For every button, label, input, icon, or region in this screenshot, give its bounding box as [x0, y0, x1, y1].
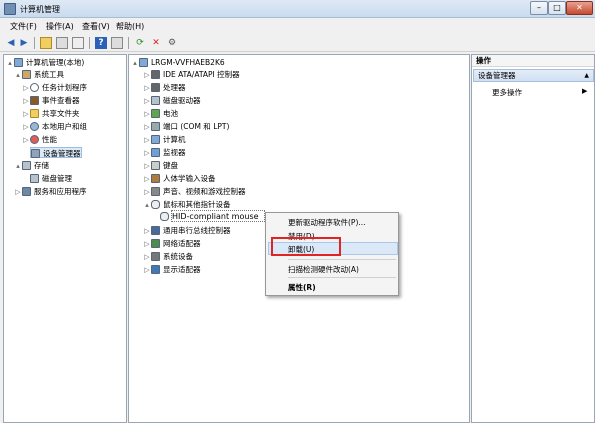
uninstall-highlight-box	[271, 237, 341, 256]
tree-item-computer-management[interactable]: ▴ 计算机管理(本地)	[6, 57, 84, 68]
device-category[interactable]: ▷ 监视器	[143, 147, 186, 158]
actions-header: 操作	[472, 55, 594, 67]
menu-item-update-driver[interactable]: 更新驱动程序软件(P)...	[288, 217, 366, 228]
help-icon[interactable]: ?	[95, 37, 107, 49]
display-adapter-icon	[151, 265, 160, 274]
keyboard-icon	[151, 161, 160, 170]
menu-view[interactable]: 查看(V)	[82, 21, 110, 32]
computer-icon	[139, 58, 148, 67]
system-devices-icon	[151, 252, 160, 261]
tree-item-event-viewer[interactable]: ▷ 事件查看器	[22, 95, 80, 106]
device-category[interactable]: ▷ 显示适配器	[143, 264, 201, 275]
properties-icon[interactable]	[111, 37, 123, 49]
forward-icon[interactable]: ▶	[18, 37, 30, 49]
export-list-icon[interactable]	[72, 37, 84, 49]
menu-separator	[288, 277, 396, 278]
device-category[interactable]: ▷ 通用串行总线控制器	[143, 225, 231, 236]
device-category[interactable]: ▷ 人体学输入设备	[143, 173, 216, 184]
minimize-button[interactable]: –	[530, 1, 548, 15]
performance-icon	[30, 135, 39, 144]
up-folder-icon[interactable]	[40, 37, 52, 49]
device-category[interactable]: ▷ 端口 (COM 和 LPT)	[143, 121, 229, 132]
toolbar-separator	[89, 37, 90, 49]
ide-controller-icon	[151, 70, 160, 79]
back-icon[interactable]: ◀	[5, 37, 17, 49]
scan-hardware-icon[interactable]: ⟳	[134, 37, 146, 49]
menu-action[interactable]: 操作(A)	[46, 21, 74, 32]
device-category[interactable]: ▷ 计算机	[143, 134, 186, 145]
tree-item-shared-folders[interactable]: ▷ 共享文件夹	[22, 108, 80, 119]
tree-item-performance[interactable]: ▷ 性能	[22, 134, 57, 145]
menu-separator	[288, 259, 396, 260]
device-manager-icon	[31, 149, 40, 158]
tree-item-local-users[interactable]: ▷ 本地用户和组	[22, 121, 87, 132]
device-category[interactable]: ▷ 电池	[143, 108, 178, 119]
device-tree-root[interactable]: ▴ LRGM-VVFHAEB2K6	[131, 57, 225, 68]
menu-item-scan-hardware[interactable]: 扫描检测硬件改动(A)	[288, 264, 359, 275]
computer-icon	[14, 58, 23, 67]
window-title: 计算机管理	[20, 5, 60, 14]
disk-drive-icon	[151, 96, 160, 105]
title-bar: 计算机管理 – □ ✕	[0, 0, 595, 18]
device-category[interactable]: ▷ 键盘	[143, 160, 178, 171]
toolbar-separator	[34, 37, 35, 49]
services-icon	[22, 187, 31, 196]
mouse-icon	[160, 212, 169, 221]
device-category[interactable]: ▷ IDE ATA/ATAPI 控制器	[143, 69, 240, 80]
more-actions[interactable]: 更多操作 ▶	[492, 87, 587, 98]
computer-management-icon	[4, 3, 16, 15]
actions-section-device-manager[interactable]: 设备管理器 ▲	[473, 69, 594, 82]
tree-item-device-manager[interactable]: 设备管理器	[30, 147, 82, 158]
tree-item-services-apps[interactable]: ▷ 服务和应用程序	[14, 186, 87, 197]
processor-icon	[151, 83, 160, 92]
tree-item-disk-management[interactable]: 磁盘管理	[30, 173, 72, 184]
device-category[interactable]: ▷ 系统设备	[143, 251, 193, 262]
toolbar-separator	[128, 37, 129, 49]
menu-bar: 文件(F) 操作(A) 查看(V) 帮助(H)	[0, 19, 595, 33]
sound-icon	[151, 187, 160, 196]
tree-item-task-scheduler[interactable]: ▷ 任务计划程序	[22, 82, 87, 93]
computer-icon	[151, 135, 160, 144]
hid-icon	[151, 174, 160, 183]
navigation-tree: ▴ 计算机管理(本地) ▴ 系统工具 ▷ 任务计划程序 ▷ 事件查看器 ▷ 共享文件夹 ▷…	[3, 54, 127, 423]
update-driver-icon[interactable]: ⚙	[166, 37, 178, 49]
disk-icon	[30, 174, 39, 183]
event-viewer-icon	[30, 96, 39, 105]
device-category[interactable]: ▷ 声音、视频和游戏控制器	[143, 186, 246, 197]
usb-controller-icon	[151, 226, 160, 235]
close-button[interactable]: ✕	[566, 1, 593, 15]
chevron-right-icon: ▶	[582, 87, 588, 95]
hid-compliant-mouse-item[interactable]: HID-compliant mouse	[160, 211, 259, 222]
users-icon	[30, 122, 39, 131]
menu-item-properties[interactable]: 属性(R)	[288, 282, 316, 293]
menu-help[interactable]: 帮助(H)	[116, 21, 144, 32]
menu-file[interactable]: 文件(F)	[10, 21, 37, 32]
tree-item-system-tools[interactable]: ▴ 系统工具	[14, 69, 64, 80]
computer-management-window: 计算机管理 – □ ✕ 文件(F) 操作(A) 查看(V) 帮助(H) ◀ ▶ …	[0, 0, 595, 423]
tree-item-storage[interactable]: ▴ 存储	[14, 160, 49, 171]
device-category-mice[interactable]: ▴ 鼠标和其他指针设备	[143, 199, 231, 210]
battery-icon	[151, 109, 160, 118]
actions-pane: 操作 设备管理器 ▲ 更多操作 ▶	[471, 54, 595, 423]
port-icon	[151, 122, 160, 131]
mouse-icon	[151, 200, 160, 209]
show-hide-tree-icon[interactable]	[56, 37, 68, 49]
device-category[interactable]: ▷ 网络适配器	[143, 238, 201, 249]
toolbar: ◀ ▶ ? ⟳ ✕ ⚙	[0, 34, 595, 52]
maximize-button[interactable]: □	[548, 1, 566, 15]
collapse-icon[interactable]: ▲	[584, 70, 589, 81]
tools-icon	[22, 70, 31, 79]
monitor-icon	[151, 148, 160, 157]
storage-icon	[22, 161, 31, 170]
device-category[interactable]: ▷ 处理器	[143, 82, 186, 93]
device-category[interactable]: ▷ 磁盘驱动器	[143, 95, 201, 106]
network-adapter-icon	[151, 239, 160, 248]
clock-icon	[30, 83, 39, 92]
folder-icon	[30, 109, 39, 118]
uninstall-icon[interactable]: ✕	[150, 37, 162, 49]
